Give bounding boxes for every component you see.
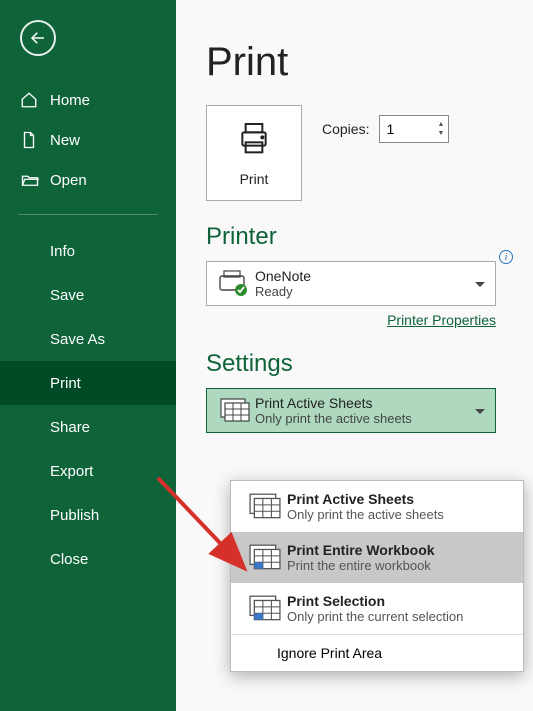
sheets-icon [215,398,255,424]
printer-dropdown[interactable]: OneNote Ready [206,261,496,306]
option-subtitle: Only print the current selection [287,609,463,624]
copies-spinner[interactable]: ▲ ▼ [379,115,449,143]
nav-label: Publish [50,507,99,524]
folder-open-icon [20,171,44,189]
option-title: Print Active Sheets [287,491,444,507]
dropdown-subtitle: Only print the active sheets [255,411,412,426]
sheets-icon [243,493,287,521]
document-icon [20,131,44,149]
nav-label: Print [50,375,81,392]
page-title: Print [206,40,517,85]
nav-label: New [50,132,80,149]
nav-open[interactable]: Open [0,160,176,200]
back-button[interactable] [20,20,56,56]
nav-info[interactable]: Info [0,229,176,273]
nav-home[interactable]: Home [0,80,176,120]
printer-icon [234,119,274,159]
nav-save[interactable]: Save [0,273,176,317]
printer-name: OneNote [255,268,311,284]
nav-export[interactable]: Export [0,449,176,493]
arrow-left-icon [29,29,47,47]
option-subtitle: Print the entire workbook [287,558,435,573]
nav-label: Export [50,463,93,480]
print-what-flyout: Print Active Sheets Only print the activ… [230,480,524,672]
backstage-sidebar: Home New Open Info Save Save As Print Share E… [0,0,176,711]
printer-heading: Printer [206,223,517,251]
divider [18,214,158,215]
option-title: Print Entire Workbook [287,542,435,558]
home-icon [20,91,44,109]
chevron-down-icon [475,402,485,420]
nav-save-as[interactable]: Save As [0,317,176,361]
copies-label: Copies: [322,121,369,137]
nav-label: Share [50,419,90,436]
nav-label: Home [50,92,90,109]
chevron-down-icon[interactable]: ▼ [438,130,445,137]
dropdown-title: Print Active Sheets [255,395,412,411]
flyout-option[interactable]: Print Entire Workbook Print the entire w… [231,532,523,583]
nav-share[interactable]: Share [0,405,176,449]
nav-label: Save [50,287,84,304]
print-what-dropdown[interactable]: Print Active Sheets Only print the activ… [206,388,496,433]
print-button-label: Print [240,171,269,187]
settings-heading: Settings [206,350,517,378]
flyout-ignore-print-area[interactable]: Ignore Print Area [231,635,523,671]
sheets-icon [243,544,287,572]
chevron-up-icon[interactable]: ▲ [438,121,445,128]
nav-label: Save As [50,331,105,348]
nav-print[interactable]: Print [0,361,176,405]
copies-input[interactable] [380,121,428,137]
option-title: Print Selection [287,593,463,609]
flyout-option[interactable]: Print Selection Only print the current s… [231,583,523,634]
option-subtitle: Only print the active sheets [287,507,444,522]
nav-new[interactable]: New [0,120,176,160]
printer-properties-link[interactable]: Printer Properties [206,312,496,328]
nav-label: Info [50,243,75,260]
chevron-down-icon [475,275,485,293]
sheets-icon [243,595,287,623]
print-button[interactable]: Print [206,105,302,201]
nav-publish[interactable]: Publish [0,493,176,537]
info-icon[interactable]: i [499,250,513,264]
nav-label: Open [50,172,87,189]
nav-close[interactable]: Close [0,537,176,581]
flyout-option[interactable]: Print Active Sheets Only print the activ… [231,481,523,532]
nav-label: Close [50,551,88,568]
printer-ready-icon [215,270,255,298]
printer-status: Ready [255,284,311,299]
